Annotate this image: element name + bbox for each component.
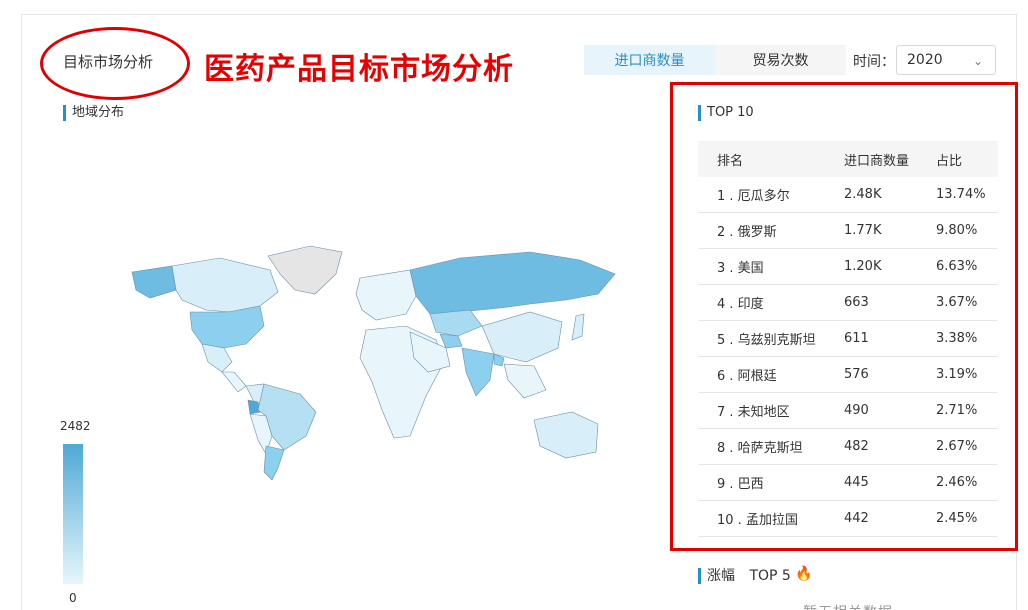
map-region-southeast-asia[interactable] bbox=[503, 363, 547, 399]
annotation-heading: 医药产品目标市场分析 bbox=[204, 52, 514, 87]
row-count: 490 bbox=[844, 403, 869, 418]
row-share: 2.45% bbox=[936, 511, 978, 526]
row-country: 2 . 俄罗斯 bbox=[717, 225, 777, 240]
map-region-mexico[interactable] bbox=[201, 343, 233, 373]
legend-min-label: 0 bbox=[69, 591, 77, 605]
map-region-japan[interactable] bbox=[571, 313, 585, 341]
table-header: 排名 进口商数量 占比 bbox=[698, 141, 998, 177]
row-count: 482 bbox=[844, 439, 869, 454]
row-share: 6.63% bbox=[936, 259, 978, 274]
toggle-trade-count[interactable]: 贸易次数 bbox=[715, 45, 846, 75]
table-row: 3 . 美国 1.20K 6.63% bbox=[698, 249, 998, 285]
row-country: 9 . 巴西 bbox=[717, 477, 764, 492]
growth-section-title: 涨幅 TOP 5 bbox=[698, 568, 791, 584]
map-region-central-america[interactable] bbox=[221, 371, 247, 393]
map-region-europe[interactable] bbox=[355, 269, 417, 321]
table-row: 4 . 印度 663 3.67% bbox=[698, 285, 998, 321]
map-region-canada[interactable] bbox=[171, 257, 279, 313]
row-count: 1.20K bbox=[844, 259, 882, 274]
row-count: 442 bbox=[844, 511, 869, 526]
row-country: 10 . 孟加拉国 bbox=[717, 513, 798, 528]
world-map[interactable] bbox=[110, 240, 620, 480]
legend-gradient-bar[interactable] bbox=[63, 444, 83, 584]
column-header-rank: 排名 bbox=[717, 153, 744, 169]
year-select-value: 2020 bbox=[907, 52, 943, 68]
column-header-importer-count: 进口商数量 bbox=[844, 153, 910, 169]
row-share: 2.71% bbox=[936, 403, 978, 418]
map-region-uzbekistan[interactable] bbox=[439, 333, 463, 349]
table-row: 5 . 乌兹别克斯坦 611 3.38% bbox=[698, 321, 998, 357]
growth-title-text: 涨幅 bbox=[707, 568, 735, 584]
map-region-argentina[interactable] bbox=[263, 445, 285, 480]
time-label: 时间： bbox=[853, 54, 895, 70]
row-country: 6 . 阿根廷 bbox=[717, 369, 777, 384]
growth-title-suffix: TOP 5 bbox=[749, 568, 791, 584]
row-country: 5 . 乌兹别克斯坦 bbox=[717, 333, 816, 348]
row-share: 3.67% bbox=[936, 295, 978, 310]
map-region-alaska[interactable] bbox=[131, 265, 177, 299]
row-count: 2.48K bbox=[844, 187, 882, 202]
table-row: 10 . 孟加拉国 442 2.45% bbox=[698, 501, 998, 537]
column-header-share: 占比 bbox=[936, 153, 963, 169]
table-row: 7 . 未知地区 490 2.71% bbox=[698, 393, 998, 429]
row-count: 663 bbox=[844, 295, 869, 310]
map-region-russia[interactable] bbox=[409, 251, 616, 315]
row-country: 3 . 美国 bbox=[717, 261, 764, 276]
toggle-importer-count[interactable]: 进口商数量 bbox=[584, 45, 715, 75]
row-country: 8 . 哈萨克斯坦 bbox=[717, 441, 803, 456]
map-section-title: 地域分布 bbox=[63, 105, 124, 121]
row-share: 2.67% bbox=[936, 439, 978, 454]
map-region-australia[interactable] bbox=[533, 411, 599, 459]
top10-section-title: TOP 10 bbox=[698, 105, 754, 121]
map-region-india[interactable] bbox=[461, 347, 495, 397]
chevron-down-icon: ⌄ bbox=[972, 54, 983, 68]
map-region-greenland[interactable] bbox=[267, 245, 343, 295]
table-row: 9 . 巴西 445 2.46% bbox=[698, 465, 998, 501]
row-share: 3.19% bbox=[936, 367, 978, 382]
row-count: 1.77K bbox=[844, 223, 882, 238]
row-share: 9.80% bbox=[936, 223, 978, 238]
row-count: 576 bbox=[844, 367, 869, 382]
row-count: 611 bbox=[844, 331, 869, 346]
row-country: 7 . 未知地区 bbox=[717, 405, 790, 420]
top10-table: 排名 进口商数量 占比 1 . 厄瓜多尔 2.48K 13.74% 2 . 俄罗… bbox=[698, 141, 998, 537]
row-share: 3.38% bbox=[936, 331, 978, 346]
row-country: 4 . 印度 bbox=[717, 297, 764, 312]
map-region-ecuador[interactable] bbox=[247, 399, 261, 415]
fire-icon: 🔥 bbox=[795, 566, 813, 582]
table-row: 1 . 厄瓜多尔 2.48K 13.74% bbox=[698, 177, 998, 213]
metric-toggle: 进口商数量 贸易次数 bbox=[584, 45, 846, 75]
legend-max-label: 2482 bbox=[60, 419, 91, 433]
table-row: 2 . 俄罗斯 1.77K 9.80% bbox=[698, 213, 998, 249]
row-country: 1 . 厄瓜多尔 bbox=[717, 189, 790, 204]
map-region-kazakhstan[interactable] bbox=[429, 309, 483, 337]
table-row: 6 . 阿根廷 576 3.19% bbox=[698, 357, 998, 393]
year-select[interactable]: 2020 ⌄ bbox=[896, 45, 996, 75]
module-title: 目标市场分析 bbox=[63, 53, 154, 71]
row-share: 13.74% bbox=[936, 187, 986, 202]
table-row: 8 . 哈萨克斯坦 482 2.67% bbox=[698, 429, 998, 465]
row-share: 2.46% bbox=[936, 475, 978, 490]
row-count: 445 bbox=[844, 475, 869, 490]
growth-empty-text: 暂无相关数据 bbox=[803, 602, 893, 610]
map-region-usa[interactable] bbox=[189, 305, 265, 349]
